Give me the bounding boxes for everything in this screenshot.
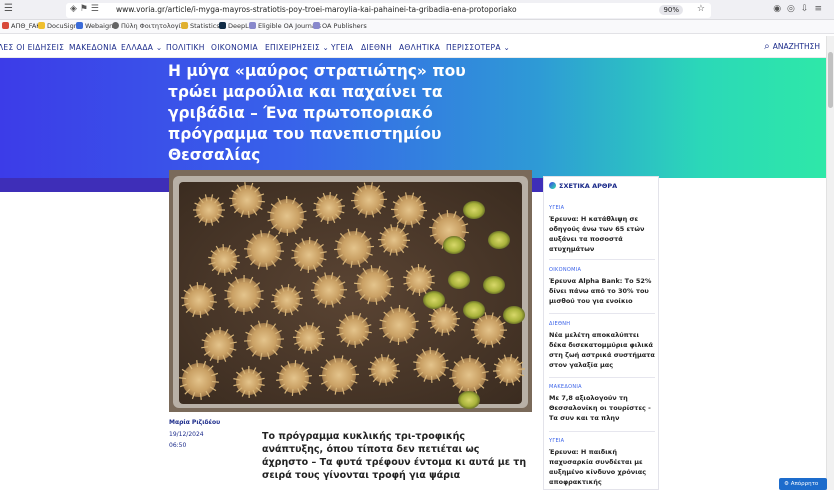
- related-article[interactable]: ΜΑΚΕΔΟΝΙΑ Με 7,8 αξιολογούν τη Θεσσαλονί…: [549, 384, 657, 423]
- nav-item-politics[interactable]: ΠΟΛΙΤΙΚΗ: [166, 43, 205, 52]
- article-photo: [169, 170, 532, 412]
- nav-item-greece[interactable]: ΕΛΛΑΔΑ ⌄: [121, 43, 162, 52]
- related-category[interactable]: ΥΓΕΙΑ: [549, 205, 657, 211]
- lettuce-piece: [423, 291, 445, 309]
- deepl-icon: [219, 22, 226, 29]
- bookmark-item[interactable]: Statistics: [181, 22, 220, 30]
- brand-dot-icon: [549, 182, 556, 189]
- globe-icon: [112, 22, 119, 29]
- article-headline: Η μύγα «μαύρος στρατιώτης» που τρώει μαρ…: [168, 62, 466, 164]
- related-title[interactable]: Έρευνα Alpha Bank: Το 52% δίνει πάνω από…: [549, 276, 657, 306]
- bookmark-item[interactable]: Webaign: [76, 22, 113, 30]
- bookmark-icon: [249, 22, 256, 29]
- privacy-button[interactable]: ⚙ Απόρρητο: [779, 478, 827, 490]
- nav-item-macedonia[interactable]: ΜΑΚΕΔΟΝΙΑ: [69, 43, 117, 52]
- settings-icon: ⚙: [784, 481, 791, 487]
- search-icon: ⌕: [764, 41, 770, 52]
- related-category[interactable]: ΟΙΚΟΝΟΜΙΑ: [549, 267, 657, 273]
- lettuce-piece: [448, 271, 470, 289]
- lettuce-piece: [488, 231, 510, 249]
- lettuce-piece: [463, 301, 485, 319]
- lettuce-piece: [483, 276, 505, 294]
- related-category[interactable]: ΥΓΕΙΑ: [549, 438, 657, 444]
- lettuce-piece: [443, 236, 465, 254]
- related-article[interactable]: ΥΓΕΙΑ Έρευνα: Η παιδική παχυσαρκία συνδέ…: [549, 438, 657, 489]
- larvae-tray-illustration: [169, 170, 532, 412]
- related-category[interactable]: ΔΙΕΘΝΗ: [549, 321, 657, 327]
- bookmark-item[interactable]: DocuSign: [38, 22, 78, 30]
- bookmarks-bar: ΑΠΘ_FAKE DocuSign Webaign Πύλη Φοιτητολο…: [0, 20, 834, 34]
- shield-icon[interactable]: ◈ ⚑ ☰: [70, 4, 99, 14]
- author-name[interactable]: Μαρία Ριζιδέου: [169, 419, 220, 426]
- nav-item-all-news[interactable]: ΛΕΣ ΟΙ ΕΙΔΗΣΕΙΣ: [0, 43, 64, 52]
- search-button[interactable]: ⌕ ΑΝΑΖΗΤΗΣΗ: [764, 41, 820, 52]
- bookmark-icon: [38, 22, 45, 29]
- divider: [549, 377, 655, 378]
- related-articles-panel: ΣΧΕΤΙΚΑ ΑΡΘΡΑ ΥΓΕΙΑ Έρευνα: Η κατάθλιψη …: [543, 176, 659, 490]
- divider: [549, 431, 655, 432]
- nav-item-business[interactable]: ΕΠΙΧΕΙΡΗΣΕΙΣ ⌄: [265, 43, 329, 52]
- related-article[interactable]: ΔΙΕΘΝΗ Νέα μελέτη αποκαλύπτει δέκα δισεκ…: [549, 321, 657, 370]
- address-bar[interactable]: ◈ ⚑ ☰ www.voria.gr/article/i-myga-mayros…: [66, 3, 711, 18]
- divider: [549, 259, 655, 260]
- lettuce-piece: [463, 201, 485, 219]
- divider: [549, 313, 655, 314]
- browser-toolbar: ☰ ◈ ⚑ ☰ www.voria.gr/article/i-myga-mayr…: [0, 0, 834, 20]
- related-title[interactable]: Έρευνα: Η παιδική παχυσαρκία συνδέεται μ…: [549, 447, 657, 489]
- related-article[interactable]: ΟΙΚΟΝΟΜΙΑ Έρευνα Alpha Bank: Το 52% δίνε…: [549, 267, 657, 306]
- nav-item-sports[interactable]: ΑΘΛΗΤΙΚΑ: [399, 43, 440, 52]
- article-date: 19/12/2024: [169, 431, 204, 438]
- site-navigation: ΛΕΣ ΟΙ ΕΙΔΗΣΕΙΣ ΜΑΚΕΔΟΝΙΑ ΕΛΛΑΔΑ ⌄ ΠΟΛΙΤ…: [0, 36, 826, 58]
- page-icon[interactable]: ☰: [4, 3, 13, 14]
- url-text: www.voria.gr/article/i-myga-mayros-strat…: [116, 5, 517, 14]
- nav-item-economy[interactable]: ΟΙΚΟΝΟΜΙΑ: [211, 43, 258, 52]
- bookmark-item[interactable]: OA Publishers: [313, 22, 367, 30]
- toolbar-icons[interactable]: ◉◎⇩≡: [773, 4, 828, 14]
- lettuce-piece: [503, 306, 525, 324]
- folder-icon: [181, 22, 188, 29]
- nav-item-health[interactable]: ΥΓΕΙΑ: [331, 43, 353, 52]
- bookmark-star-icon[interactable]: ☆: [697, 4, 705, 14]
- nav-item-international[interactable]: ΔΙΕΘΝΗ: [361, 43, 392, 52]
- article-time: 06:50: [169, 442, 187, 449]
- page-scrollbar[interactable]: [826, 36, 834, 490]
- lettuce-piece: [458, 391, 480, 409]
- nav-item-more[interactable]: ΠΕΡΙΣΣΟΤΕΡΑ ⌄: [446, 43, 510, 52]
- bookmark-item[interactable]: Πύλη Φοιτητολογίου: [112, 22, 189, 30]
- bookmark-icon: [76, 22, 83, 29]
- zoom-badge[interactable]: 90%: [659, 5, 683, 15]
- scrollbar-thumb[interactable]: [828, 52, 833, 108]
- bookmark-icon: [2, 22, 9, 29]
- related-article[interactable]: ΥΓΕΙΑ Έρευνα: Η κατάθλιψη σε οδηγούς άνω…: [549, 205, 657, 254]
- article-hero: Η μύγα «μαύρος στρατιώτης» που τρώει μαρ…: [0, 58, 826, 178]
- article-lead: Το πρόγραμμα κυκλικής τρι-τροφικής ανάπτ…: [262, 431, 527, 481]
- hero-band-gap: [658, 178, 826, 192]
- bookmark-item[interactable]: Eligible OA Journals: [249, 22, 321, 30]
- related-category[interactable]: ΜΑΚΕΔΟΝΙΑ: [549, 384, 657, 390]
- related-title[interactable]: Έρευνα: Η κατάθλιψη σε οδηγούς άνω των 6…: [549, 214, 657, 254]
- related-title[interactable]: Νέα μελέτη αποκαλύπτει δέκα δισεκατομμύρ…: [549, 330, 657, 370]
- bookmark-icon: [313, 22, 320, 29]
- related-title[interactable]: Με 7,8 αξιολογούν τη Θεσσαλονίκη οι τουρ…: [549, 393, 657, 423]
- related-heading: ΣΧΕΤΙΚΑ ΑΡΘΡΑ: [549, 182, 617, 190]
- bookmark-item[interactable]: DeepL: [219, 22, 249, 30]
- search-label: ΑΝΑΖΗΤΗΣΗ: [772, 42, 820, 51]
